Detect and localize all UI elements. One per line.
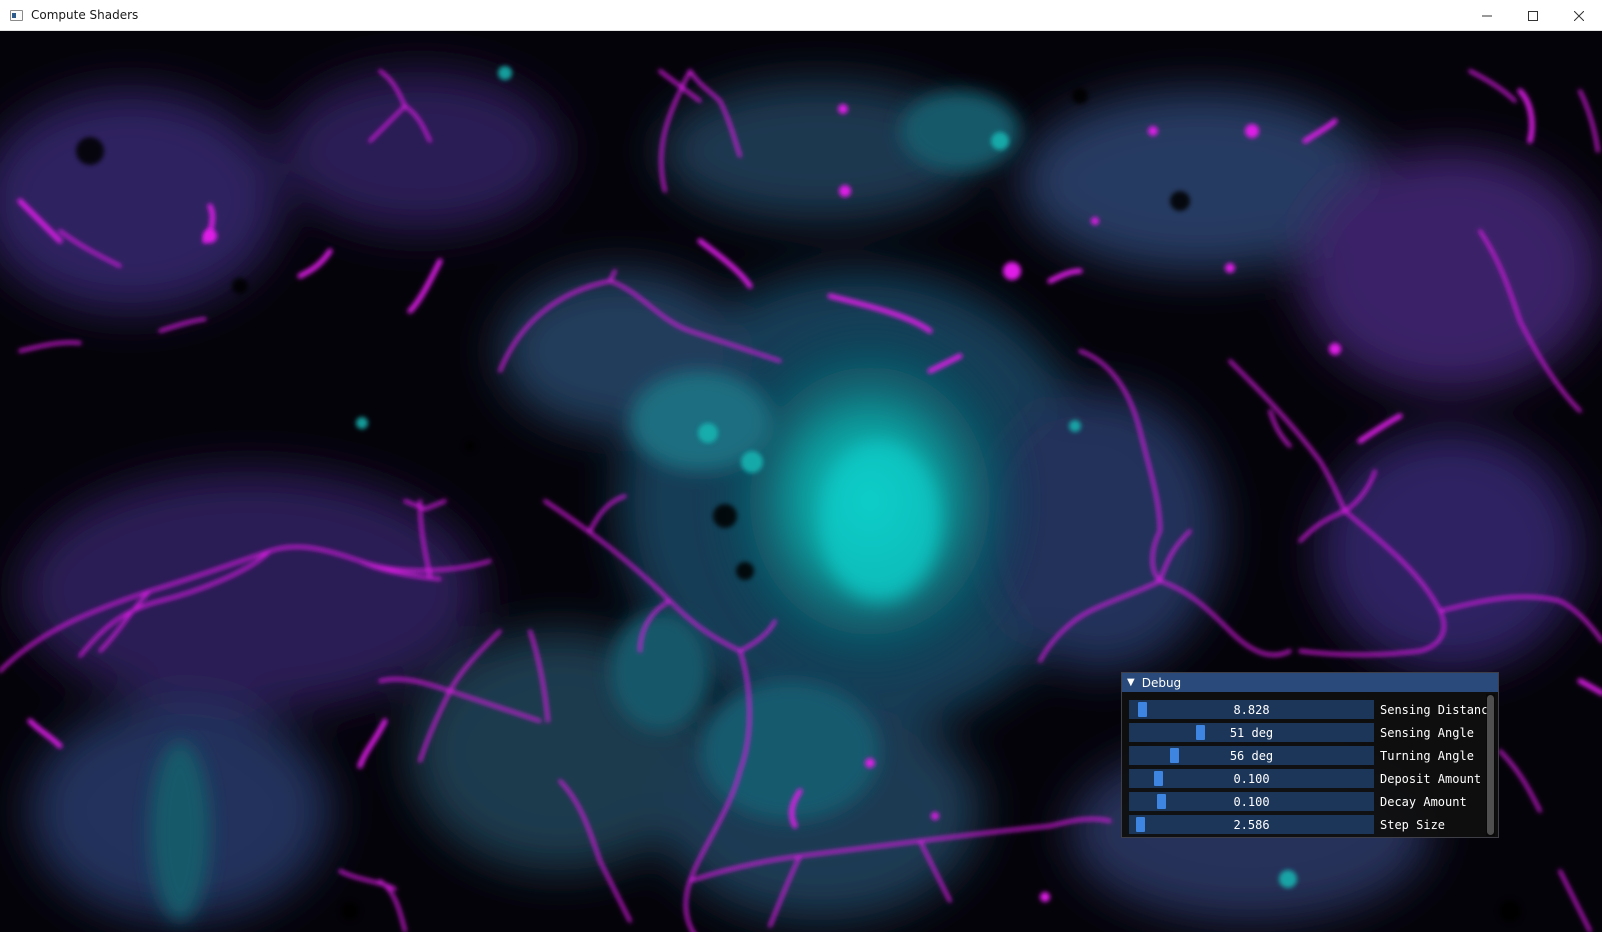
slider-row: 8.828 Sensing Distanc <box>1129 698 1498 721</box>
slider-label: Sensing Distanc <box>1380 702 1489 717</box>
title-bar[interactable]: Compute Shaders <box>0 0 1602 31</box>
slider-row: 51 deg Sensing Angle <box>1129 721 1498 744</box>
collapse-arrow-icon[interactable]: ▼ <box>1127 677 1135 688</box>
deposit-amount-slider[interactable]: 0.100 <box>1129 769 1374 788</box>
debug-window-title: Debug <box>1141 675 1182 690</box>
slider-row: 56 deg Turning Angle <box>1129 744 1498 767</box>
maximize-icon <box>1528 10 1538 21</box>
slider-row: 0.100 Decay Amount <box>1129 790 1498 813</box>
sensing-angle-slider[interactable]: 51 deg <box>1129 723 1374 742</box>
sensing-distance-slider[interactable]: 8.828 <box>1129 700 1374 719</box>
slider-value: 8.828 <box>1233 702 1270 717</box>
debug-scrollbar[interactable] <box>1486 694 1495 836</box>
slider-row: 0.100 Deposit Amount <box>1129 767 1498 790</box>
slider-label: Decay Amount <box>1380 794 1467 809</box>
maximize-button[interactable] <box>1510 0 1556 31</box>
slider-value: 0.100 <box>1233 771 1270 786</box>
slider-row: 2.586 Step Size <box>1129 813 1498 836</box>
slider-label: Step Size <box>1380 817 1446 832</box>
close-icon <box>1574 10 1584 21</box>
slider-value: 51 deg <box>1229 725 1274 740</box>
slider-value: 0.100 <box>1233 794 1270 809</box>
debug-window-body: 8.828 Sensing Distanc 51 deg Sensing Ang… <box>1122 692 1498 836</box>
turning-angle-slider[interactable]: 56 deg <box>1129 746 1374 765</box>
scrollbar-thumb[interactable] <box>1487 695 1494 835</box>
slider-value: 56 deg <box>1229 748 1274 763</box>
debug-window-title-bar[interactable]: ▼ Debug <box>1122 673 1498 692</box>
window-title: Compute Shaders <box>31 8 139 22</box>
step-size-slider[interactable]: 2.586 <box>1129 815 1374 834</box>
close-button[interactable] <box>1556 0 1602 31</box>
minimize-button[interactable] <box>1464 0 1510 31</box>
slider-label: Turning Angle <box>1380 748 1474 763</box>
app-window: Compute Shaders ▼ Debug 8.828 Sensing Di… <box>0 0 1602 932</box>
caption-buttons <box>1464 0 1602 31</box>
slider-label: Deposit Amount <box>1380 771 1482 786</box>
decay-amount-slider[interactable]: 0.100 <box>1129 792 1374 811</box>
slider-value: 2.586 <box>1233 817 1270 832</box>
minimize-icon <box>1482 15 1492 16</box>
slider-label: Sensing Angle <box>1380 725 1474 740</box>
app-icon <box>10 9 23 21</box>
debug-window[interactable]: ▼ Debug 8.828 Sensing Distanc 51 deg Sen… <box>1121 672 1499 838</box>
